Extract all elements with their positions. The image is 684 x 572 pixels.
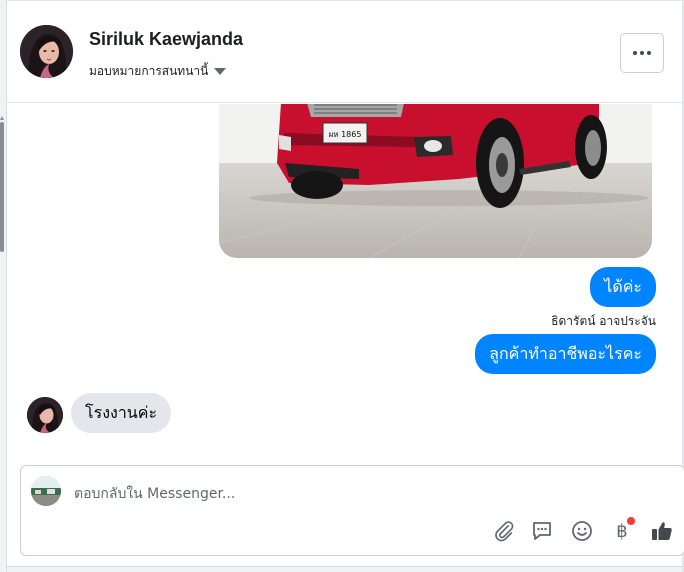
message-outgoing-2[interactable]: ลูกค้าทำอาชีพอะไรคะ — [475, 334, 656, 374]
attachment-icon — [493, 520, 515, 542]
more-dots-icon — [633, 51, 637, 55]
notification-dot — [627, 517, 635, 525]
message-thread[interactable]: ผห 1865 ได้ค่ะ ธิดารัตน์ อาจประจัน ลูกค้… — [7, 104, 682, 459]
emoji-icon — [570, 519, 594, 543]
message-incoming-1[interactable]: โรงงานค่ะ — [71, 393, 172, 433]
svg-text:ผห 1865: ผห 1865 — [329, 130, 362, 139]
contact-avatar[interactable] — [20, 25, 73, 78]
payment-button[interactable]: ฿ — [609, 517, 635, 544]
more-dot — [647, 51, 651, 55]
message-composer: ฿ — [20, 465, 684, 556]
attachment-button[interactable] — [491, 518, 517, 544]
scroll-up-arrow[interactable] — [0, 116, 4, 120]
caret-down-icon — [214, 68, 227, 75]
reply-input[interactable] — [74, 483, 634, 505]
assign-conversation-dropdown[interactable]: มอบหมายการสนทนานี้ — [89, 62, 227, 81]
like-button[interactable] — [649, 518, 675, 544]
saved-replies-button[interactable] — [529, 518, 555, 544]
contact-avatar-small[interactable] — [27, 397, 63, 433]
more-options-button[interactable] — [620, 33, 664, 73]
contact-name[interactable]: Siriluk Kaewjanda — [89, 29, 243, 50]
assign-conversation-label: มอบหมายการสนทนานี้ — [89, 64, 209, 78]
more-dot — [640, 51, 644, 55]
page-avatar — [31, 476, 61, 506]
baht-payment-icon: ฿ — [616, 520, 628, 542]
left-panel-edge — [0, 0, 7, 572]
conversation-header: Siriluk Kaewjanda มอบหมายการสนทนานี้ — [7, 1, 682, 103]
message-outgoing-1[interactable]: ได้ค่ะ — [590, 267, 656, 307]
bottom-edge — [7, 566, 682, 572]
emoji-button[interactable] — [569, 518, 595, 544]
like-icon — [650, 519, 674, 543]
left-scrollbar[interactable] — [0, 122, 4, 252]
car-photo-attachment[interactable]: ผห 1865 — [219, 104, 652, 258]
message-sender-name: ธิดารัตน์ อาจประจัน — [551, 314, 656, 328]
saved-reply-icon — [530, 519, 554, 543]
